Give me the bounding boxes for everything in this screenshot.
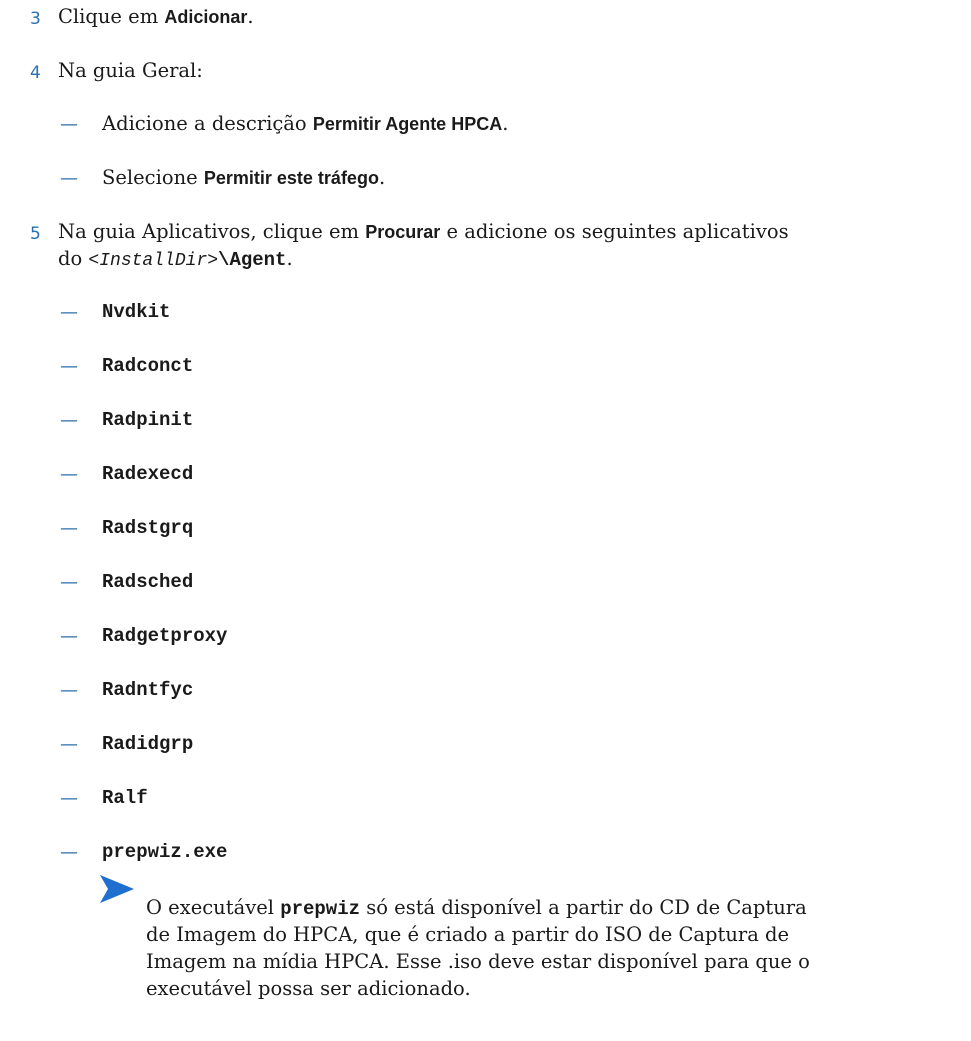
ui-label: Permitir este tráfego [203,168,379,188]
list-item: Nvdkit [102,301,171,323]
dash-bullet: — [60,680,78,701]
path-placeholder: <InstallDir> [88,251,219,271]
step-number: 4 [30,63,41,83]
step-4-sub-2: Selecione Permitir este tráfego. [102,166,386,189]
list-item: Radidgrp [102,733,194,755]
dash-bullet: — [60,842,78,863]
ui-label: Permitir Agente HPCA [312,114,503,134]
dash-bullet: — [60,626,78,647]
list-item: Radpinit [102,409,194,431]
list-item: Ralf [102,787,148,809]
step-number: 3 [30,9,41,29]
note-arrow-icon [100,875,134,903]
list-item: Radsched [102,571,194,593]
note-line-1: O executável prepwiz só está disponível … [146,896,807,920]
list-item: Radexecd [102,463,194,485]
path-folder: \Agent [218,249,287,271]
dash-bullet: — [60,356,78,377]
note-line-4: executável possa ser adicionado. [146,977,471,1000]
list-item: Radgetproxy [102,625,228,647]
note-line-3: Imagem na mídia HPCA. Esse .iso deve est… [146,950,810,973]
ui-label: Procurar [365,222,441,242]
dash-bullet: — [60,410,78,431]
dash-bullet: — [60,464,78,485]
ui-label: Adicionar [164,7,248,27]
list-item: Radstgrq [102,517,194,539]
dash-bullet: — [60,518,78,539]
dash-bullet: — [60,302,78,323]
step-3-text: Clique em Adicionar. [58,5,254,28]
dash-bullet: — [60,114,78,135]
code-term: prepwiz [280,898,361,920]
step-5-line-2: do <InstallDir>\Agent. [58,247,293,271]
list-item: Radntfyc [102,679,194,701]
step-5-line-1: Na guia Aplicativos, clique em Procurar … [58,220,789,243]
step-4-text: Na guia Geral: [58,59,203,82]
step-number: 5 [30,224,41,244]
step-4-sub-1: Adicione a descrição Permitir Agente HPC… [102,112,509,135]
dash-bullet: — [60,168,78,189]
dash-bullet: — [60,734,78,755]
dash-bullet: — [60,572,78,593]
note-line-2: de Imagem do HPCA, que é criado a partir… [146,923,790,946]
dash-bullet: — [60,788,78,809]
document-page: 3 Clique em Adicionar. 4 Na guia Geral: … [0,0,971,1041]
list-item: prepwiz.exe [102,841,228,863]
list-item: Radconct [102,355,194,377]
